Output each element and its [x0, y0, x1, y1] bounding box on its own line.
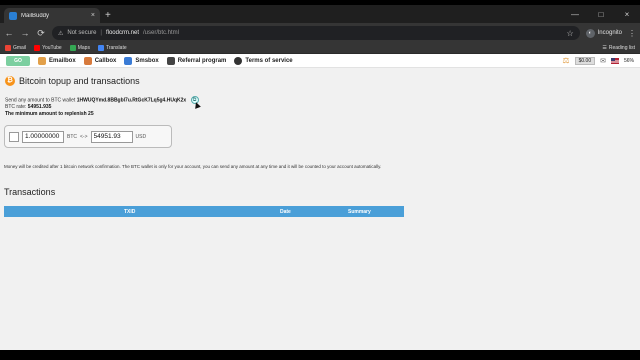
bookmark-star-icon[interactable]: ☆ [566, 29, 573, 38]
nav-callbox[interactable]: Callbox [83, 56, 117, 65]
gmail-icon [5, 45, 11, 51]
btc-amount-input[interactable] [22, 130, 64, 143]
min-amount-text: The minimum amount to replenish 25 [5, 111, 94, 118]
page-heading: ₿ Bitcoin topup and transactions [5, 76, 140, 86]
credit-notice: Money will be credited after 1 bitcoin n… [4, 164, 382, 169]
browser-menu-button[interactable]: ⋮ [628, 29, 636, 38]
maps-icon [69, 45, 76, 51]
url-separator: | [100, 30, 102, 36]
bookmark-label: Translate [105, 45, 127, 51]
btc-usd-converter: BTC <-> USD [4, 125, 172, 148]
nav-terms-of-service[interactable]: Terms of service [234, 56, 293, 65]
browser-toolbar: ← → ⟳ ⚠ Not secure | floodcrm.net/user/b… [0, 23, 640, 43]
tab-strip: MailBuddy × + — □ × [0, 5, 640, 23]
wallet-info: Send any amount to BTC wallet 1HWUQYmd.8… [5, 96, 199, 118]
back-button[interactable]: ← [4, 28, 14, 38]
usd-amount-input[interactable] [90, 130, 133, 143]
nav-label: Referral program [177, 57, 227, 64]
page-title: Bitcoin topup and transactions [19, 76, 140, 86]
usd-unit: USD [135, 133, 147, 140]
bookmarks-bar: Gmail YouTube Maps Translate ☰ Reading l… [0, 43, 640, 54]
header-right: ⚖ $0.00 ✉ 56% [562, 56, 634, 65]
reload-button[interactable]: ⟳ [36, 28, 46, 39]
url-host: floodcrm.net [105, 30, 139, 36]
nav-emailbox[interactable]: Emailbox [38, 56, 76, 65]
callbox-icon [83, 56, 92, 65]
column-summary[interactable]: Summary [348, 209, 371, 215]
reading-list-icon: ☰ [602, 45, 607, 51]
people-icon [166, 56, 175, 65]
battery-level: 56% [623, 57, 634, 64]
bitcoin-icon: ₿ [5, 76, 15, 86]
nav-label: Callbox [94, 57, 117, 64]
wallet-icon[interactable]: ⚖ [562, 56, 569, 65]
mouse-cursor-icon [193, 101, 201, 109]
warning-icon: ⚠ [58, 30, 64, 37]
transactions-heading: Transactions [4, 187, 56, 197]
balance-badge[interactable]: $0.00 [574, 56, 596, 65]
bookmark-label: Maps [77, 45, 90, 51]
nav-label: Emailbox [49, 57, 76, 64]
browser-window: MailBuddy × + — □ × ← → ⟳ ⚠ Not secure |… [0, 5, 640, 350]
emailbox-icon [38, 56, 46, 65]
transactions-table-header: TXID Date Summary [4, 206, 404, 217]
smsbox-icon [124, 56, 133, 65]
send-prefix: Send any amount to BTC wallet [5, 97, 76, 104]
bookmark-youtube[interactable]: YouTube [34, 45, 62, 51]
maximize-button[interactable]: □ [588, 10, 614, 19]
address-bar[interactable]: ⚠ Not secure | floodcrm.net/user/btc.htm… [52, 26, 580, 40]
translate-icon [97, 45, 104, 51]
youtube-icon [34, 45, 41, 51]
column-date[interactable]: Date [280, 209, 291, 215]
mail-icon[interactable]: ✉ [600, 57, 606, 65]
nav-label: Terms of service [245, 57, 293, 64]
send-line: Send any amount to BTC wallet 1HWUQYmd.8… [5, 96, 199, 104]
bookmark-label: Gmail [13, 45, 27, 51]
btc-rate-label: BTC rate: [5, 104, 27, 111]
us-flag-icon[interactable] [610, 57, 619, 64]
info-icon [234, 56, 243, 65]
incognito-label: Incognito [597, 30, 622, 36]
new-tab-button[interactable]: + [105, 8, 111, 23]
exchange-arrow: <-> [80, 133, 88, 140]
btc-rate-line: BTC rate: 54951.935 [5, 104, 199, 111]
close-tab-icon[interactable]: × [91, 12, 95, 19]
close-window-button[interactable]: × [614, 10, 640, 19]
bookmark-gmail[interactable]: Gmail [5, 45, 26, 51]
tab-title: MailBuddy [21, 12, 50, 19]
nav-referral-program[interactable]: Referral program [166, 56, 227, 65]
bookmark-maps[interactable]: Maps [69, 45, 90, 51]
btc-wallet-address[interactable]: 1HWUQYmd.8BBgbl7u.RtGcK7Lq5g4.HUqK2x [77, 97, 186, 103]
main-content: ₿ Bitcoin topup and transactions Send an… [0, 68, 640, 334]
reading-list-label: Reading list [608, 45, 635, 51]
minimize-button[interactable]: — [562, 10, 588, 19]
mail-favicon-icon [9, 11, 17, 20]
site-logo[interactable]: GO [6, 55, 30, 66]
bookmark-label: YouTube [42, 45, 62, 51]
broken-image-icon [9, 131, 19, 142]
nav-smsbox[interactable]: Smsbox [124, 56, 159, 65]
screen-frame: MailBuddy × + — □ × ← → ⟳ ⚠ Not secure |… [0, 0, 640, 360]
bookmark-translate[interactable]: Translate [97, 45, 127, 51]
site-header: GO Emailbox Callbox Smsbox Referral prog… [0, 54, 640, 68]
reading-list-button[interactable]: ☰ Reading list [602, 45, 635, 51]
column-txid[interactable]: TXID [124, 209, 135, 215]
forward-button[interactable]: → [20, 28, 30, 38]
security-label: Not secure [67, 30, 97, 36]
url-path: /user/btc.html [142, 30, 179, 36]
btc-rate-value: 54951.935 [27, 104, 52, 111]
btc-unit: BTC [67, 133, 77, 140]
incognito-indicator[interactable]: ◐ Incognito [585, 28, 622, 38]
window-controls: — □ × [562, 5, 640, 23]
incognito-icon: ◐ [585, 28, 595, 38]
nav-label: Smsbox [135, 57, 159, 64]
tab-mailbuddy[interactable]: MailBuddy × [4, 8, 100, 23]
